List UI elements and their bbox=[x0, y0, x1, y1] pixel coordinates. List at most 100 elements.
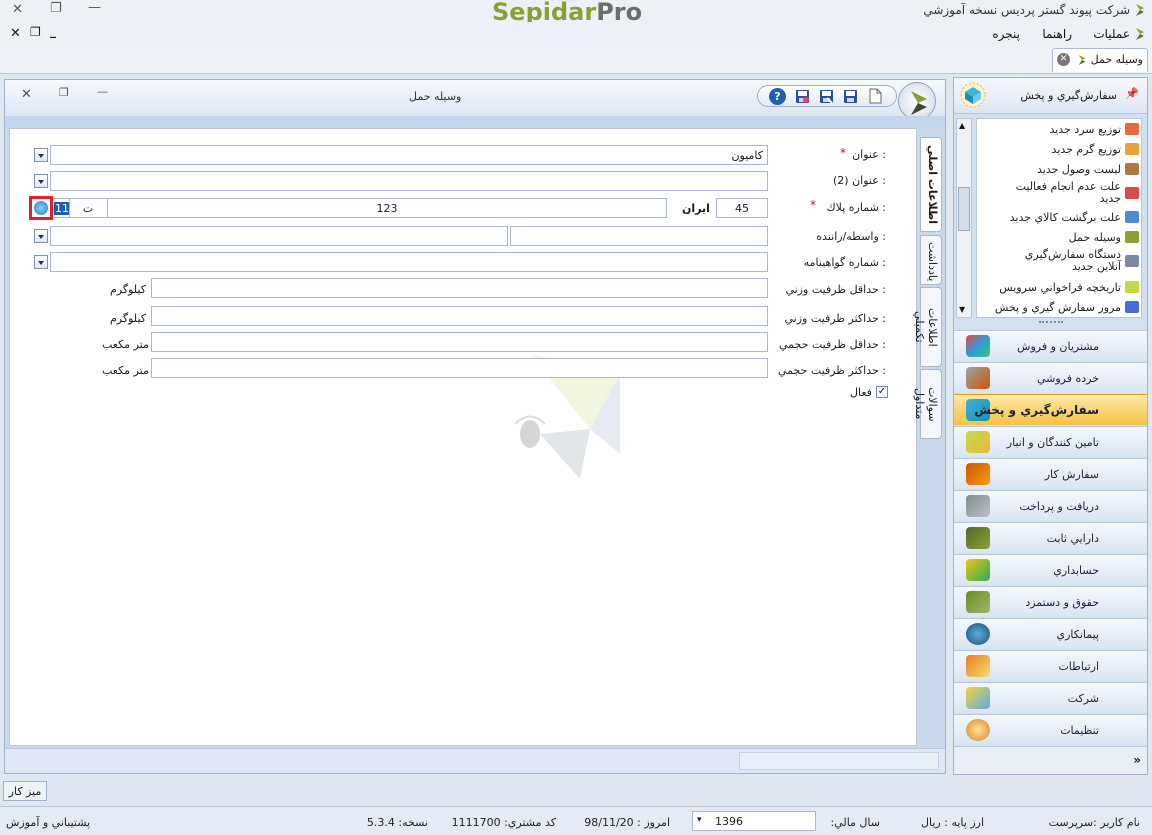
plate-part1-field[interactable]: 45 bbox=[716, 198, 768, 218]
nav-contracting[interactable]: پيمانكاري bbox=[954, 618, 1147, 649]
minimize-icon[interactable]: — bbox=[88, 0, 101, 15]
nav-customers-sales[interactable]: مشتريان و فروش bbox=[954, 330, 1147, 361]
online-device-icon bbox=[1125, 255, 1139, 267]
nav-retail[interactable]: خرده فروشي bbox=[954, 362, 1147, 393]
receipt-payment-icon bbox=[966, 495, 990, 517]
retail-cart-icon bbox=[966, 367, 990, 389]
broker-driver-field[interactable] bbox=[50, 226, 508, 246]
navigation-panel: سفارش‌گيري و پخش 📌 ▲ ▼ توزيع سرد جديد تو… bbox=[953, 77, 1148, 775]
new-document-icon[interactable] bbox=[869, 88, 882, 107]
panel-list-scrollbar[interactable]: ▲ ▼ bbox=[956, 118, 972, 318]
pin-icon[interactable]: 📌 bbox=[1125, 87, 1139, 100]
min-volume-label: حداقل ظرفيت حجمي : bbox=[778, 338, 886, 351]
nav-company[interactable]: شركت bbox=[954, 682, 1147, 713]
plate-letter-field[interactable]: ت bbox=[68, 198, 108, 218]
save-icon[interactable] bbox=[843, 89, 858, 107]
mdi-restore-icon[interactable]: ❐ bbox=[30, 25, 41, 39]
title-bar: ✕ ❐ — SepidarPro شرکت پیوند گستر پردیس ن… bbox=[0, 0, 1152, 26]
menu-help[interactable]: راهنما bbox=[1042, 27, 1072, 41]
required-star-plate: * bbox=[810, 198, 816, 212]
menu-window[interactable]: پنجره bbox=[992, 27, 1020, 41]
broker-driver-dropdown-button[interactable] bbox=[34, 229, 48, 243]
scroll-thumb[interactable] bbox=[958, 187, 970, 231]
status-today: امروز : 98/11/20 bbox=[584, 816, 670, 829]
desk-button[interactable]: ميز كار bbox=[3, 781, 47, 801]
plate-part3-value: 11 bbox=[54, 202, 69, 215]
plate-part3-field[interactable]: 11 bbox=[52, 198, 70, 218]
plate-part2-field[interactable]: 123 bbox=[107, 198, 667, 218]
nav-payroll[interactable]: حقوق و دستمزد bbox=[954, 586, 1147, 617]
min-weight-field[interactable] bbox=[151, 278, 768, 298]
return-reason-icon bbox=[1125, 211, 1139, 223]
list-item[interactable]: دستگاه سفارش‌گيري آنلاين جديد bbox=[977, 247, 1141, 275]
company-icon bbox=[966, 687, 990, 709]
help-icon[interactable]: ? bbox=[769, 88, 786, 105]
active-checkbox[interactable]: ✓ bbox=[876, 386, 888, 398]
chevron-double-down-icon[interactable]: » bbox=[1133, 753, 1141, 767]
title-dropdown-button[interactable] bbox=[34, 148, 48, 162]
max-weight-label: حداكثر ظرفيت وزني : bbox=[784, 312, 886, 325]
nav-work-order[interactable]: سفارش كار bbox=[954, 458, 1147, 489]
list-item[interactable]: توزيع گرم جديد bbox=[977, 141, 1141, 159]
max-volume-label: حداكثر ظرفيت حجمي : bbox=[777, 364, 886, 377]
globe-icon bbox=[34, 201, 48, 215]
scroll-down-icon[interactable]: ▼ bbox=[959, 305, 965, 314]
form-restore-icon[interactable]: ❐ bbox=[59, 86, 69, 99]
list-item[interactable]: علت عدم انجام فعاليت جديد bbox=[977, 179, 1141, 207]
customers-sales-icon bbox=[966, 335, 990, 357]
save-new-icon[interactable] bbox=[795, 89, 810, 107]
list-item[interactable]: علت برگشت كالاي جديد bbox=[977, 209, 1141, 227]
min-volume-field[interactable] bbox=[151, 332, 768, 352]
title2-field[interactable] bbox=[50, 171, 768, 191]
nav-order-distribution[interactable]: سفارش‌گيري و پخش bbox=[954, 394, 1147, 425]
title2-label: عنوان (2) : bbox=[833, 174, 886, 187]
tab-label: وسيله حمل bbox=[1090, 53, 1143, 66]
form-close-icon[interactable]: ✕ bbox=[21, 87, 32, 102]
list-item[interactable]: وسيله حمل bbox=[977, 229, 1141, 247]
nav-suppliers-warehouse[interactable]: تامين كنندگان و انبار bbox=[954, 426, 1147, 457]
panel-splitter[interactable] bbox=[1039, 321, 1063, 325]
form-header: ✕ ❐ — وسيله حمل ? bbox=[5, 80, 945, 120]
vehicle-form-window: ✕ ❐ — وسيله حمل ? عنوان : * كاميون عنوان… bbox=[4, 79, 946, 774]
tab-vehicle[interactable]: وسيله حمل ✕ bbox=[1052, 48, 1148, 72]
status-user: نام كاربر :سرپرست bbox=[1048, 816, 1140, 829]
close-icon[interactable]: ✕ bbox=[12, 2, 23, 17]
form-logo-icon bbox=[898, 82, 936, 120]
title-field[interactable]: كاميون bbox=[50, 145, 768, 165]
tab-close-icon[interactable]: ✕ bbox=[1057, 53, 1070, 66]
list-item[interactable]: مرور سفارش گيري و پخش bbox=[977, 299, 1141, 317]
broker-driver-name-field[interactable] bbox=[510, 226, 768, 246]
fiscal-year-select[interactable]: ▾ 1396 bbox=[692, 811, 816, 831]
title2-dropdown-button[interactable] bbox=[34, 174, 48, 188]
tab-faq[interactable]: سوالات متداول bbox=[913, 369, 942, 439]
status-support[interactable]: پشتيباني و آموزش bbox=[6, 816, 90, 829]
list-item[interactable]: تاريخچه فراخواني سرويس bbox=[977, 279, 1141, 297]
form-minimize-icon[interactable]: — bbox=[97, 85, 108, 98]
plate-globe-button[interactable] bbox=[29, 196, 53, 220]
scroll-up-icon[interactable]: ▲ bbox=[959, 121, 965, 130]
max-weight-field[interactable] bbox=[151, 306, 768, 326]
tab-notes[interactable]: يادداشت bbox=[920, 235, 942, 285]
menu-operations[interactable]: عمليات bbox=[1093, 27, 1130, 41]
save-close-icon[interactable] bbox=[819, 89, 834, 107]
nav-fixed-assets[interactable]: دارايي ثابت bbox=[954, 522, 1147, 553]
max-volume-field[interactable] bbox=[151, 358, 768, 378]
nav-accounting[interactable]: حسابداري bbox=[954, 554, 1147, 585]
list-item[interactable]: توزيع سرد جديد bbox=[977, 121, 1141, 139]
order-review-icon bbox=[1125, 301, 1139, 313]
list-item[interactable]: ليست وصول جديد bbox=[977, 161, 1141, 179]
mdi-minimize-icon[interactable]: _ bbox=[50, 24, 56, 38]
certificate-field[interactable] bbox=[50, 252, 768, 272]
tab-extra-info[interactable]: اطلاعات تكميلي bbox=[913, 287, 942, 367]
restore-icon[interactable]: ❐ bbox=[50, 1, 62, 16]
certificate-dropdown-button[interactable] bbox=[34, 255, 48, 269]
mdi-close-icon[interactable]: ✕ bbox=[10, 26, 21, 41]
nav-settings[interactable]: تنظيمات bbox=[954, 714, 1147, 745]
nav-receipt-payment[interactable]: دريافت و پرداخت bbox=[954, 490, 1147, 521]
plate-label: شماره پلاك : bbox=[826, 201, 886, 214]
form-subheader bbox=[5, 116, 945, 128]
hot-distribution-icon bbox=[1125, 143, 1139, 155]
fiscal-year-value: 1396 bbox=[715, 815, 743, 828]
nav-communications[interactable]: ارتباطات bbox=[954, 650, 1147, 681]
tab-main-info[interactable]: اطلاعات اصلي bbox=[920, 137, 942, 232]
